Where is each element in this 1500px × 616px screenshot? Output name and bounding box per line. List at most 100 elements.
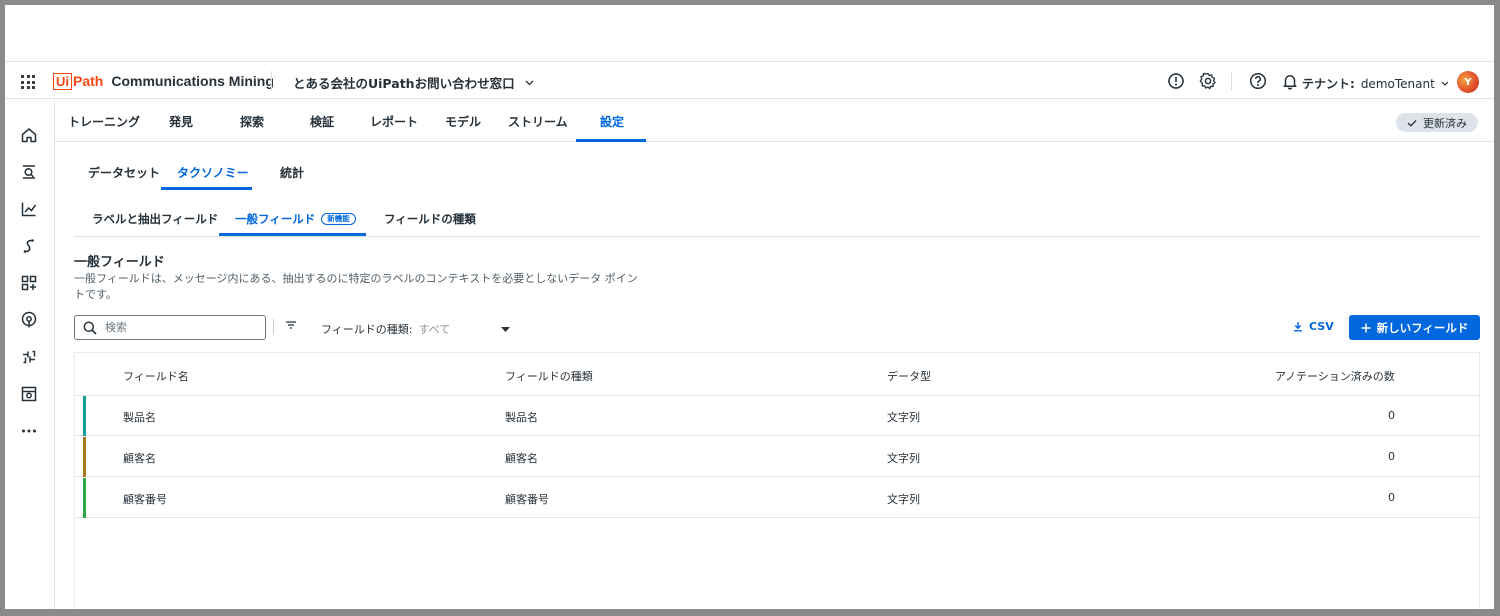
column-header-data-type[interactable]: データ型 bbox=[887, 368, 931, 384]
product-name: Communications Mining bbox=[111, 73, 274, 89]
field-color-bar bbox=[83, 396, 86, 436]
top-icons bbox=[1167, 72, 1299, 90]
apps-add-icon[interactable] bbox=[20, 274, 38, 292]
tab-reports[interactable]: レポート bbox=[370, 113, 418, 130]
active-subtab-indicator bbox=[161, 187, 252, 190]
top-bar: Ui Path Communications Mining とある会社のUiPa… bbox=[5, 61, 1494, 99]
divider bbox=[273, 319, 274, 335]
cell-data-type: 文字列 bbox=[887, 452, 920, 465]
cell-annotated-count: 0 bbox=[1388, 491, 1395, 504]
table-row[interactable]: 顧客番号 顧客番号 文字列 0 bbox=[75, 478, 1479, 518]
store-icon[interactable] bbox=[20, 385, 38, 403]
cell-annotated-count: 0 bbox=[1388, 409, 1395, 422]
divider bbox=[271, 71, 272, 91]
active-taxonomy-tab-indicator bbox=[219, 233, 366, 236]
cell-data-type: 文字列 bbox=[887, 411, 920, 424]
chevron-down-icon bbox=[1441, 81, 1449, 86]
tab-taxonomy[interactable]: タクソノミー bbox=[177, 164, 249, 181]
integrations-icon[interactable] bbox=[20, 348, 38, 366]
status-badge-label: 更新済み bbox=[1423, 116, 1467, 130]
tab-validation[interactable]: 検証 bbox=[310, 113, 334, 130]
caret-down-icon bbox=[500, 326, 510, 332]
general-fields-table: フィールド名 フィールドの種類 データ型 アノテーション済みの数 製品名 製品名… bbox=[74, 352, 1480, 609]
field-color-bar bbox=[83, 437, 86, 477]
tab-settings[interactable]: 設定 bbox=[600, 113, 624, 130]
cell-field-type: 製品名 bbox=[505, 411, 538, 424]
tab-label: フィールドの種類 bbox=[384, 212, 476, 226]
divider bbox=[74, 236, 1480, 237]
cell-field-name: 製品名 bbox=[123, 411, 156, 424]
csv-label: CSV bbox=[1309, 320, 1334, 333]
filter-label: フィールドの種類: bbox=[321, 323, 413, 336]
tab-models[interactable]: モデル bbox=[445, 113, 481, 130]
download-icon bbox=[1294, 322, 1302, 332]
cell-data-type: 文字列 bbox=[887, 493, 920, 506]
app-launcher-icon[interactable] bbox=[21, 75, 35, 89]
tab-labels-extraction-fields[interactable]: ラベルと抽出フィールド bbox=[92, 211, 218, 227]
tab-dataset[interactable]: データセット bbox=[88, 164, 160, 181]
home-icon[interactable] bbox=[20, 126, 38, 144]
plus-icon bbox=[1361, 323, 1371, 332]
filter-value: すべて bbox=[418, 323, 451, 336]
table-row[interactable]: 顧客名 顧客名 文字列 0 bbox=[75, 437, 1479, 477]
help-icon[interactable] bbox=[1249, 72, 1267, 90]
new-field-label: 新しいフィールド bbox=[1376, 320, 1469, 335]
new-field-button[interactable]: 新しいフィールド bbox=[1349, 315, 1480, 340]
column-header-field-name[interactable]: フィールド名 bbox=[123, 368, 189, 384]
bell-icon[interactable] bbox=[1281, 72, 1299, 90]
cell-field-name: 顧客名 bbox=[123, 452, 156, 465]
project-name: とある会社のUiPathお問い合わせ窓口 bbox=[293, 76, 515, 91]
divider bbox=[1231, 72, 1235, 90]
streams-icon[interactable] bbox=[20, 237, 38, 255]
tenant-label: テナント: bbox=[1302, 77, 1355, 91]
new-feature-badge: 新機能 bbox=[321, 213, 356, 225]
search-icon bbox=[83, 321, 97, 335]
tab-statistics[interactable]: 統計 bbox=[280, 164, 304, 181]
chevron-down-icon bbox=[525, 80, 534, 85]
left-nav bbox=[5, 99, 55, 609]
discover-icon[interactable] bbox=[20, 163, 38, 181]
tenant-selector[interactable]: テナント: demoTenant bbox=[1302, 75, 1449, 92]
app-window: Ui Path Communications Mining とある会社のUiPa… bbox=[5, 5, 1494, 609]
avatar[interactable]: Y bbox=[1457, 71, 1479, 93]
cell-field-type: 顧客名 bbox=[505, 452, 538, 465]
product-logo[interactable]: Ui Path Communications Mining bbox=[53, 71, 274, 91]
csv-download-button[interactable]: CSV bbox=[1293, 320, 1334, 333]
alert-icon[interactable] bbox=[1167, 72, 1185, 90]
gear-icon[interactable] bbox=[1199, 72, 1217, 90]
check-icon bbox=[1407, 119, 1417, 127]
field-type-filter[interactable]: フィールドの種類: すべて bbox=[321, 321, 510, 337]
tab-streams[interactable]: ストリーム bbox=[508, 113, 568, 130]
status-badge: 更新済み bbox=[1396, 113, 1478, 132]
broadcast-icon[interactable] bbox=[20, 311, 38, 329]
tab-label: 一般フィールド bbox=[235, 212, 316, 226]
page-description: 一般フィールドは、メッセージ内にある、抽出するのに特定のラベルのコンテキストを必… bbox=[74, 272, 638, 301]
filter-icon[interactable] bbox=[285, 320, 297, 330]
field-color-bar bbox=[83, 478, 86, 518]
search-input[interactable] bbox=[105, 321, 245, 334]
active-tab-indicator bbox=[576, 139, 646, 142]
table-row[interactable]: 製品名 製品名 文字列 0 bbox=[75, 396, 1479, 436]
cell-field-name: 顧客番号 bbox=[123, 493, 167, 506]
tab-field-types[interactable]: フィールドの種類 bbox=[384, 211, 476, 227]
main-tabs: トレーニング 発見 探索 検証 レポート モデル ストリーム 設定 bbox=[55, 99, 1494, 142]
table-header: フィールド名 フィールドの種類 データ型 アノテーション済みの数 bbox=[75, 353, 1479, 396]
search-field[interactable] bbox=[74, 315, 266, 340]
project-selector[interactable]: とある会社のUiPathお問い合わせ窓口 bbox=[293, 73, 534, 92]
uipath-logo-ui: Ui bbox=[53, 72, 72, 90]
tab-general-fields[interactable]: 一般フィールド 新機能 bbox=[235, 211, 356, 227]
tab-label: ラベルと抽出フィールド bbox=[92, 212, 219, 226]
reports-chart-icon[interactable] bbox=[20, 200, 38, 218]
more-icon[interactable] bbox=[20, 422, 38, 440]
tab-training[interactable]: トレーニング bbox=[68, 113, 140, 130]
tenant-value: demoTenant bbox=[1360, 76, 1435, 91]
uipath-logo-path: Path bbox=[73, 73, 104, 89]
main-content: トレーニング 発見 探索 検証 レポート モデル ストリーム 設定 更新済み デ… bbox=[55, 99, 1494, 609]
tab-discover[interactable]: 発見 bbox=[169, 113, 193, 130]
column-header-field-type[interactable]: フィールドの種類 bbox=[505, 368, 593, 384]
cell-field-type: 顧客番号 bbox=[505, 493, 549, 506]
tab-explore[interactable]: 探索 bbox=[240, 113, 264, 130]
page-title: 一般フィールド bbox=[74, 255, 165, 270]
column-header-annotated-count[interactable]: アノテーション済みの数 bbox=[1275, 368, 1395, 384]
cell-annotated-count: 0 bbox=[1388, 450, 1395, 463]
